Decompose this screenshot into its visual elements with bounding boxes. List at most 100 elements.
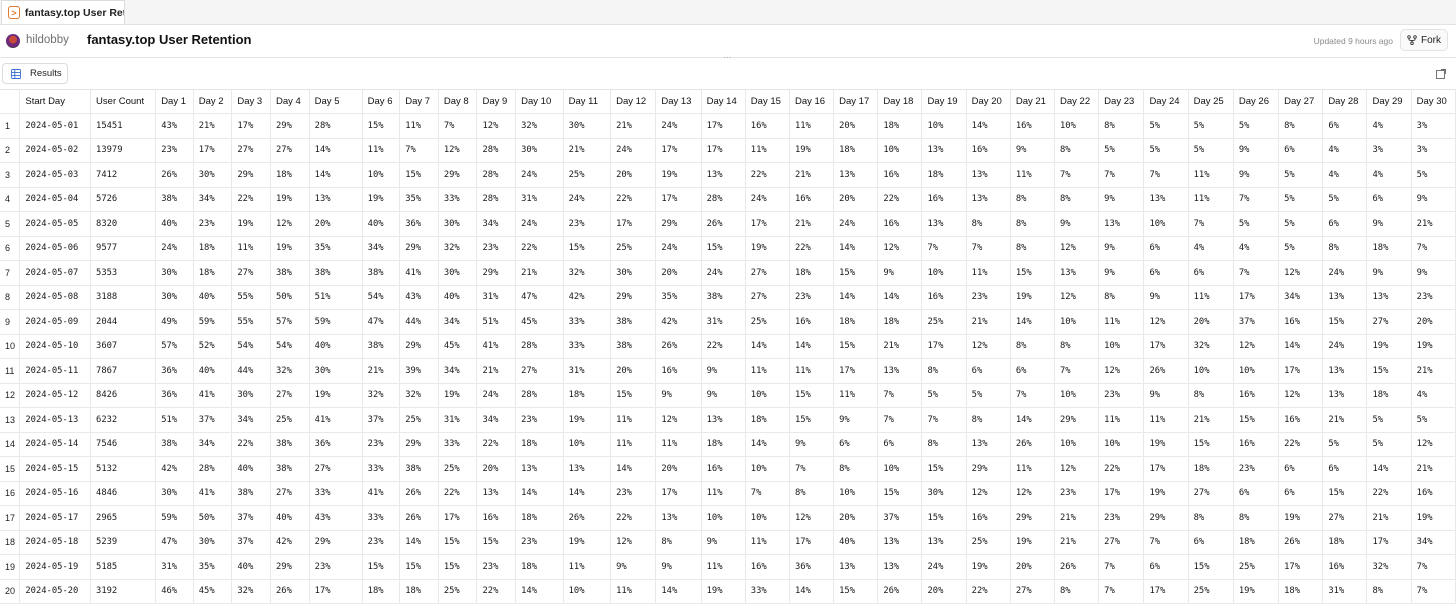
column-header[interactable]: Day 5 [309, 90, 363, 114]
column-header[interactable]: Day 18 [877, 90, 923, 114]
row-index-cell: 6 [0, 236, 21, 261]
table-cell: 2024-05-18 [19, 530, 92, 555]
table-cell: 8% [1188, 505, 1234, 531]
row-index-cell: 19 [0, 554, 21, 580]
column-header[interactable]: Day 9 [476, 90, 517, 114]
table-row: 20 2024-05-20 3192 46% 45% 32% 26% 17% 18% 18% 25%… [0, 579, 1456, 604]
table-cell: 23% [610, 481, 657, 506]
column-header[interactable]: Day 25 [1188, 90, 1234, 114]
column-header[interactable]: Day 29 [1366, 90, 1412, 114]
table-cell: 4% [1366, 162, 1412, 188]
table-cell: 8% [789, 481, 835, 506]
table-cell: 41% [193, 383, 233, 408]
column-header[interactable]: Day 15 [745, 90, 790, 114]
column-header[interactable]: Day 4 [270, 90, 310, 114]
table-cell: 9% [1098, 260, 1145, 286]
table-cell: 34% [231, 407, 272, 433]
column-header[interactable]: Day 10 [515, 90, 564, 114]
table-cell: 15% [1322, 481, 1368, 506]
table-cell: 36% [155, 383, 194, 408]
table-cell: 21% [563, 138, 612, 163]
table-cell: 40% [438, 285, 478, 310]
column-header[interactable]: Day 7 [399, 90, 439, 114]
column-header[interactable]: Day 6 [362, 90, 401, 114]
column-header[interactable]: Day 2 [193, 90, 233, 114]
table-cell: 11% [789, 358, 835, 384]
column-header[interactable]: Day 28 [1322, 90, 1368, 114]
column-header[interactable]: Day 20 [966, 90, 1011, 114]
column-header[interactable]: Day 3 [231, 90, 272, 114]
table-cell: 17% [193, 138, 233, 163]
table-cell: 12% [1098, 358, 1145, 384]
column-header[interactable]: Day 17 [833, 90, 879, 114]
table-cell: 29% [966, 456, 1011, 482]
column-header[interactable]: Day 27 [1278, 90, 1324, 114]
table-cell: 8% [1054, 187, 1100, 212]
table-cell: 2024-05-01 [19, 113, 92, 139]
table-cell: 32% [399, 383, 439, 408]
column-header[interactable]: Start Day [19, 90, 92, 114]
column-header[interactable]: Day 14 [701, 90, 746, 114]
table-cell: 9% [1098, 187, 1145, 212]
table-cell: 7% [921, 236, 967, 261]
table-cell: 8% [1098, 285, 1145, 310]
table-cell: 5% [1233, 113, 1280, 139]
column-header[interactable]: Day 26 [1233, 90, 1280, 114]
table-cell: 32% [438, 236, 478, 261]
column-header[interactable]: Day 22 [1054, 90, 1100, 114]
table-cell: 12% [1054, 285, 1100, 310]
expand-icon[interactable] [1436, 69, 1446, 79]
table-cell: 27% [231, 138, 272, 163]
table-cell: 41% [476, 334, 517, 359]
column-header[interactable]: User Count [90, 90, 157, 114]
table-cell: 9% [655, 554, 702, 580]
table-cell: 17% [1278, 554, 1324, 580]
table-cell: 34% [476, 407, 517, 433]
column-header[interactable]: Day 16 [789, 90, 835, 114]
username[interactable]: hildobby [26, 34, 69, 46]
table-cell: 32% [515, 113, 564, 139]
table-cell: 13% [1143, 187, 1189, 212]
table-cell: 12% [1054, 456, 1100, 482]
table-cell: 19% [701, 579, 746, 604]
table-cell: 27% [270, 481, 310, 506]
table-cell: 15% [789, 407, 835, 433]
table-cell: 20% [833, 505, 879, 531]
column-header[interactable]: Day 30 [1411, 90, 1456, 114]
table-cell: 21% [1322, 407, 1368, 433]
column-header[interactable]: Day 23 [1098, 90, 1145, 114]
table-cell: 16% [966, 138, 1011, 163]
column-header[interactable]: Day 13 [655, 90, 702, 114]
table-cell: 29% [399, 432, 439, 457]
table-cell: 27% [515, 358, 564, 384]
table-cell: 7% [1411, 579, 1456, 604]
column-header[interactable]: Day 8 [438, 90, 478, 114]
table-cell: 7% [921, 407, 967, 433]
column-header[interactable]: Day 12 [610, 90, 657, 114]
table-cell: 18% [515, 505, 564, 531]
table-cell: 24% [1322, 334, 1368, 359]
table-cell: 7% [1233, 260, 1280, 286]
table-cell: 18% [1322, 530, 1368, 555]
table-cell: 14% [515, 481, 564, 506]
column-header[interactable]: Day 19 [921, 90, 967, 114]
column-header[interactable]: Day 1 [155, 90, 194, 114]
tab-query[interactable]: > fantasy.top User Ret... [1, 0, 125, 24]
column-header[interactable]: Day 21 [1010, 90, 1056, 114]
table-cell: 34% [1411, 530, 1456, 555]
avatar[interactable] [6, 34, 20, 48]
column-header[interactable]: Day 24 [1143, 90, 1189, 114]
table-cell: 19% [655, 162, 702, 188]
results-tab-button[interactable]: Results [2, 63, 68, 84]
table-cell: 23% [362, 530, 401, 555]
page-title: fantasy.top User Retention [87, 32, 252, 47]
table-cell: 9% [1411, 187, 1456, 212]
table-cell: 23% [966, 285, 1011, 310]
table-cell: 13% [1322, 358, 1368, 384]
table-cell: 7% [1098, 579, 1145, 604]
column-header[interactable]: Day 11 [563, 90, 612, 114]
row-index-header[interactable] [0, 90, 21, 114]
fork-button[interactable]: Fork [1400, 29, 1448, 51]
table-cell: 34% [1278, 285, 1324, 310]
row-index-cell: 20 [0, 579, 21, 604]
